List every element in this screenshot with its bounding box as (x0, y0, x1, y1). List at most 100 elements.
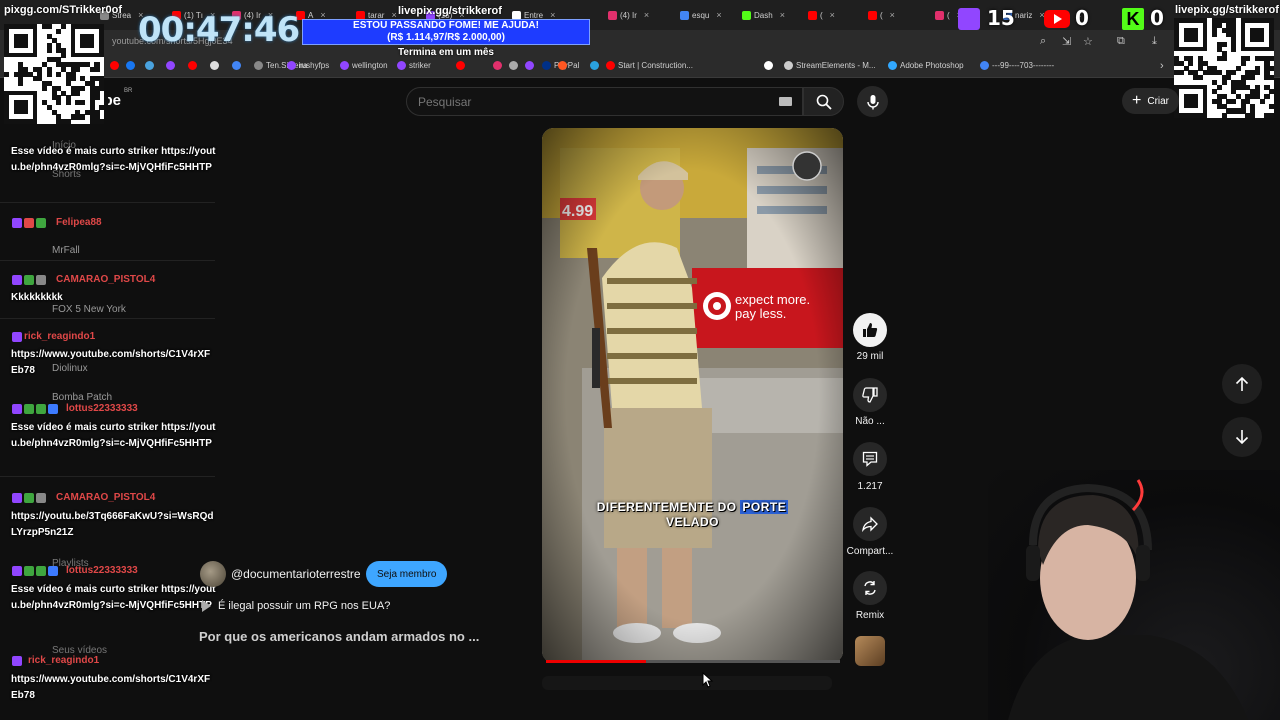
youtube-logo[interactable]: YouTube (108, 92, 121, 113)
sub-badge-icon (24, 217, 34, 228)
caption-line-1: DIFERENTEMENTE DO PORTE (542, 500, 843, 515)
dislike-label: Não ... (855, 416, 885, 427)
logo-text: YouTube (108, 92, 121, 109)
bookmark-item[interactable] (493, 61, 502, 70)
chat-message-text: Kkkkkkkkk (11, 292, 63, 303)
video-frame: expect more. pay less. 4.99 (542, 128, 843, 663)
bookmark-label: ---99----703-------- (992, 61, 1055, 70)
search-button[interactable] (803, 87, 844, 116)
dislike-button[interactable] (853, 378, 887, 412)
bookmark-item[interactable]: striker (397, 61, 431, 70)
bookmark-item[interactable] (126, 61, 135, 70)
video-caption: DIFERENTEMENTE DO PORTE VELADO (542, 500, 843, 530)
bookmark-item[interactable] (764, 61, 773, 70)
bookmark-star-icon[interactable]: ☆ (1083, 35, 1093, 48)
voice-search-button[interactable] (857, 86, 888, 117)
browser-tab[interactable]: Dash × (742, 6, 785, 24)
next-short-button[interactable] (1222, 417, 1262, 457)
bookmark-item[interactable]: Adobe Photoshop (888, 61, 964, 70)
bookmark-favicon-icon (110, 61, 119, 70)
bookmark-item[interactable]: wellington (340, 61, 388, 70)
comment-icon (862, 451, 878, 467)
webcam-feed (1008, 479, 1248, 720)
qr-module (80, 100, 86, 106)
bookmark-favicon-icon (126, 61, 135, 70)
bookmark-item[interactable]: StreamElements - M... (784, 61, 876, 70)
share-button[interactable] (853, 507, 887, 541)
chat-message-text: Esse vídeo é mais curto striker https://… (11, 584, 216, 611)
short-description[interactable]: É ilegal possuir um RPG nos EUA? (202, 600, 390, 612)
bookmark-item[interactable]: rushyfps (287, 61, 329, 70)
join-membership-button[interactable]: Seja membro (366, 561, 448, 587)
browser-tab[interactable]: (4) Ir × (608, 6, 649, 24)
tab-close-icon[interactable]: × (716, 10, 721, 20)
chat-username: rick_reagindo1 (12, 331, 95, 342)
gift-badge-icon (24, 565, 34, 576)
browser-tab[interactable]: (× (808, 6, 835, 24)
search-input[interactable] (418, 95, 758, 109)
bookmark-item[interactable] (166, 61, 175, 70)
bookmark-item[interactable] (509, 61, 518, 70)
tab-close-icon[interactable]: × (830, 10, 835, 20)
qr-finder-pattern (80, 33, 95, 48)
tab-close-icon[interactable]: × (780, 10, 785, 20)
bookmark-favicon-icon (980, 61, 989, 70)
keyboard-icon[interactable] (779, 97, 792, 106)
qr-module (1221, 113, 1227, 119)
goal-deadline: Termina em um mês (398, 47, 494, 58)
bookmark-item[interactable] (188, 61, 197, 70)
qr-module (56, 100, 62, 106)
bookmark-item[interactable] (210, 61, 219, 70)
short-title[interactable]: Por que os americanos andam armados no .… (199, 629, 479, 644)
bookmark-item[interactable] (232, 61, 241, 70)
chat-username-text: rick_reagindo1 (28, 655, 100, 666)
previous-short-button[interactable] (1222, 364, 1262, 404)
channel-name[interactable]: @documentarioterrestre (231, 567, 361, 581)
twitch-badge-icon (12, 403, 22, 414)
comments-button[interactable] (853, 442, 887, 476)
stream-timer: 00:47:46 (138, 10, 300, 50)
tab-close-icon[interactable]: × (890, 10, 895, 20)
browser-tab[interactable]: esqu × (680, 6, 722, 24)
short-video-player[interactable]: expect more. pay less. 4.99 (542, 128, 843, 663)
arrow-down-icon (1235, 430, 1249, 445)
bookmark-item[interactable] (558, 61, 567, 70)
verified-badge-icon (24, 274, 34, 285)
qr-module (1269, 75, 1275, 81)
qr-module (80, 114, 86, 120)
next-short-preview[interactable] (542, 676, 832, 690)
bookmark-item[interactable] (456, 61, 465, 70)
channel-avatar[interactable] (200, 561, 226, 587)
extensions-icon[interactable]: ⧉ (1117, 35, 1125, 48)
qr-module (56, 28, 62, 34)
twitch-badge-icon (12, 565, 22, 576)
sidebar-sub-mrfall[interactable]: MrFall (52, 245, 80, 256)
zoom-icon[interactable]: ⌕ (1040, 35, 1046, 48)
bookmark-item[interactable] (525, 61, 534, 70)
region-code: BR (124, 88, 133, 94)
qr-module (75, 90, 81, 96)
sidebar-sub-bombapatch[interactable]: Bomba Patch (52, 392, 112, 403)
download-icon[interactable]: ⤓ (1152, 35, 1157, 48)
bookmark-item[interactable]: Start | Construction... (606, 61, 693, 70)
qr-module (61, 24, 67, 30)
create-button[interactable]: + Criar (1122, 88, 1180, 114)
caption-highlight: PORTE (740, 500, 789, 514)
like-button[interactable] (853, 313, 887, 347)
remix-button[interactable] (853, 571, 887, 605)
tab-close-icon[interactable]: × (644, 10, 649, 20)
bookmark-item[interactable] (110, 61, 119, 70)
audio-thumbnail[interactable] (855, 636, 885, 666)
qr-module (1240, 60, 1246, 66)
bookmark-item[interactable] (590, 61, 599, 70)
browser-tab[interactable]: (× (868, 6, 895, 24)
qr-module (94, 66, 100, 72)
qr-module (1216, 84, 1222, 90)
bookmark-item[interactable]: ---99----703-------- (980, 61, 1054, 70)
bookmark-item[interactable] (145, 61, 154, 70)
more-bookmarks-icon[interactable]: › (1160, 60, 1164, 72)
install-icon[interactable]: ⇲ (1062, 35, 1071, 48)
chat-username-text: CAMARAO_PISTOL4 (56, 492, 156, 503)
bookmark-label: rushyfps (299, 61, 330, 70)
qr-module (1259, 98, 1265, 104)
